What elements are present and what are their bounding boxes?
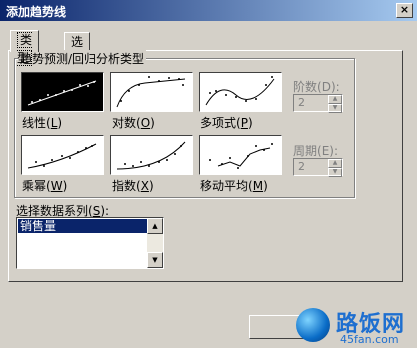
log-chart-icon	[116, 76, 186, 108]
order-spinner[interactable]: 2 ▲ ▼	[293, 94, 343, 113]
watermark: 路饭网 45fan.com	[292, 302, 417, 348]
droplet-logo-icon	[296, 308, 330, 342]
spin-up-icon[interactable]: ▲	[328, 95, 342, 104]
period-label: 周期(E):	[293, 144, 339, 158]
scroll-down-icon[interactable]: ▼	[147, 252, 163, 268]
spin-up-icon[interactable]: ▲	[328, 159, 342, 168]
spin-down-icon[interactable]: ▼	[328, 104, 342, 113]
vertical-scrollbar[interactable]: ▲ ▼	[147, 218, 163, 268]
title-bar[interactable]: 添加趋势线 ×	[0, 0, 417, 21]
type-linear[interactable]	[21, 72, 104, 112]
watermark-url: 45fan.com	[340, 333, 399, 346]
scroll-up-icon[interactable]: ▲	[147, 218, 163, 234]
type-exponential[interactable]	[110, 135, 193, 175]
spin-down-icon[interactable]: ▼	[328, 168, 342, 177]
type-polynomial-label: 多项式(P)	[200, 116, 253, 130]
order-label: 阶数(D):	[293, 80, 340, 94]
moving-average-chart-icon	[209, 143, 273, 169]
type-logarithmic[interactable]	[110, 72, 193, 112]
tab-options[interactable]: 选项	[64, 32, 91, 67]
window-title: 添加趋势线	[6, 5, 67, 19]
type-moving-average[interactable]	[199, 135, 282, 175]
type-polynomial[interactable]	[199, 72, 282, 112]
type-linear-label: 线性(L)	[22, 116, 63, 130]
power-chart-icon	[27, 143, 97, 169]
type-exponential-label: 指数(X)	[112, 179, 154, 193]
trend-type-group-label: 趋势预测/回归分析类型	[18, 50, 147, 67]
type-power-label: 乘幂(W)	[22, 179, 68, 193]
period-spinner[interactable]: 2 ▲ ▼	[293, 158, 343, 177]
series-listbox[interactable]: 销售量 ▲ ▼	[16, 217, 164, 269]
type-moving-average-label: 移动平均(M)	[200, 179, 268, 193]
close-button[interactable]: ×	[396, 3, 413, 18]
type-power[interactable]	[21, 135, 104, 175]
tab-type-label: 类型	[17, 32, 33, 66]
type-logarithmic-label: 对数(O)	[112, 116, 155, 130]
list-item[interactable]: 销售量	[18, 219, 147, 233]
exponential-chart-icon	[116, 141, 186, 170]
period-value: 2	[298, 160, 305, 173]
order-value: 2	[298, 96, 305, 109]
tab-type[interactable]: 类型	[10, 30, 40, 66]
linear-chart-icon	[27, 80, 97, 106]
close-icon: ×	[399, 3, 410, 16]
polynomial-chart-icon	[205, 76, 275, 106]
